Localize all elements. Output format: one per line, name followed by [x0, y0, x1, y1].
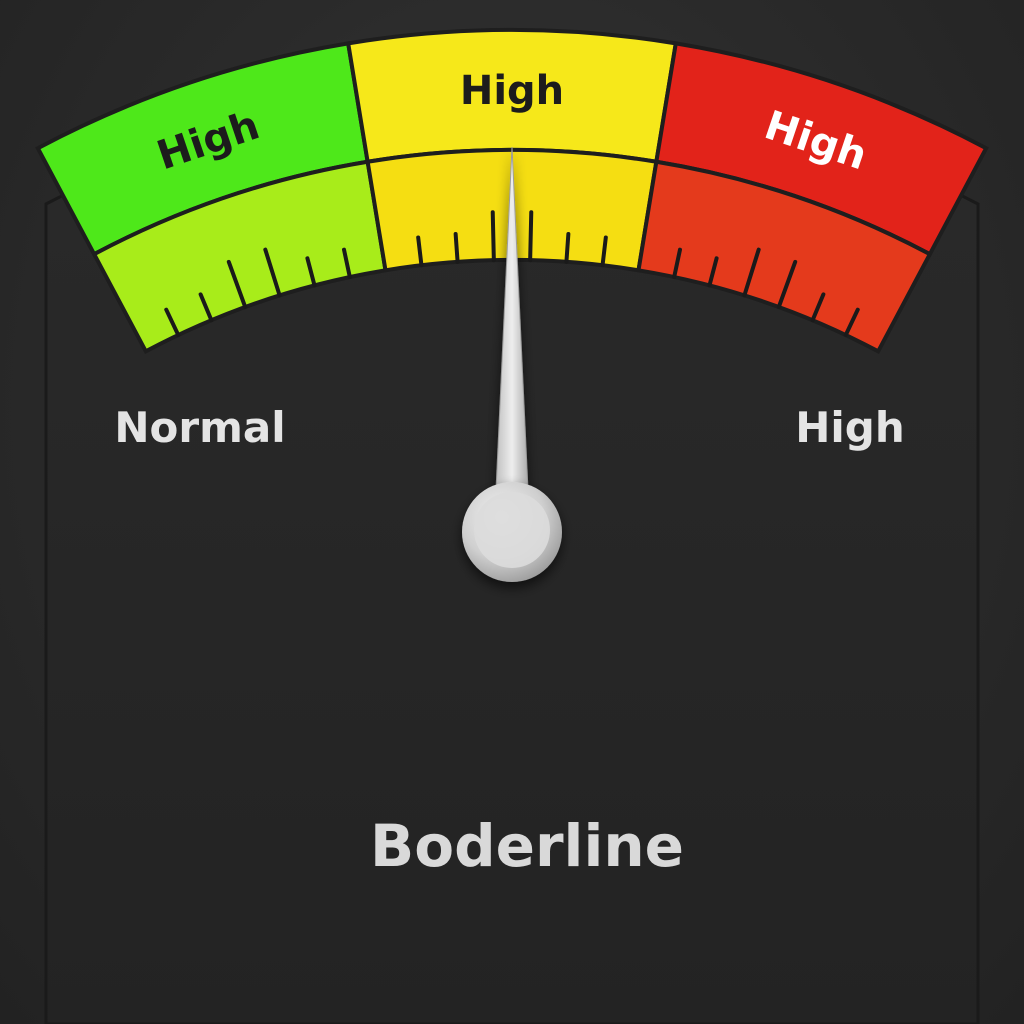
gauge-tick: [453, 231, 460, 264]
status-label: Boderline: [370, 812, 684, 880]
gauge-tick: [564, 231, 571, 264]
zone-2-label: High: [460, 68, 564, 114]
gauge-tick: [528, 210, 534, 263]
gauge-tick: [490, 210, 496, 263]
gauge-dial: HighHighHigh Normal High Boderline: [35, 28, 989, 1024]
gauge-panel: High High High Normal High Boderline: [0, 0, 1024, 1024]
normal-label: Normal: [114, 403, 285, 452]
high-label: High: [795, 403, 905, 452]
needle-hub: [462, 482, 562, 582]
